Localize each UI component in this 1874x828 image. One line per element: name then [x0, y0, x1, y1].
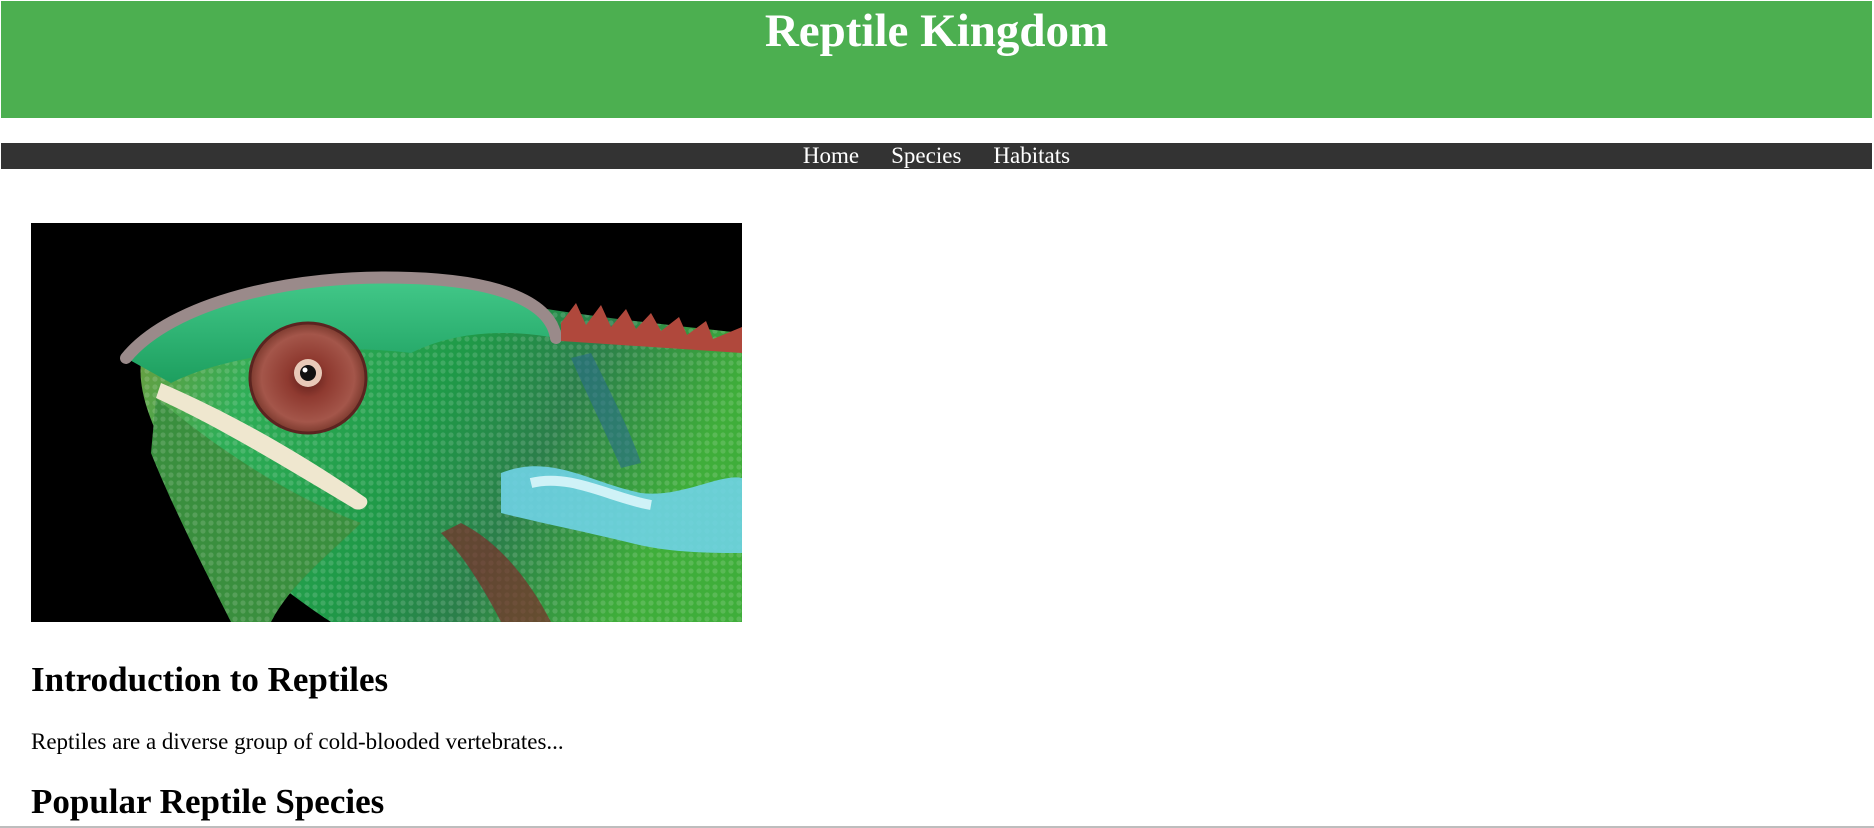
- species-heading: Popular Reptile Species: [31, 782, 385, 821]
- intro-heading: Introduction to Reptiles: [31, 660, 389, 699]
- intro-paragraph: Reptiles are a diverse group of cold-blo…: [31, 729, 564, 754]
- chameleon-image: [31, 223, 742, 622]
- nav-link-habitats[interactable]: Habitats: [993, 143, 1070, 169]
- site-header: Reptile Kingdom: [1, 1, 1872, 118]
- site-title: Reptile Kingdom: [764, 5, 1109, 57]
- page: Reptile Kingdom Home Species Habitats In…: [0, 0, 1874, 828]
- main-nav: Home Species Habitats: [1, 143, 1872, 169]
- nav-link-home[interactable]: Home: [803, 143, 859, 169]
- nav-link-species[interactable]: Species: [891, 143, 961, 169]
- main-content: Introduction to Reptiles Reptiles are a …: [31, 223, 1831, 822]
